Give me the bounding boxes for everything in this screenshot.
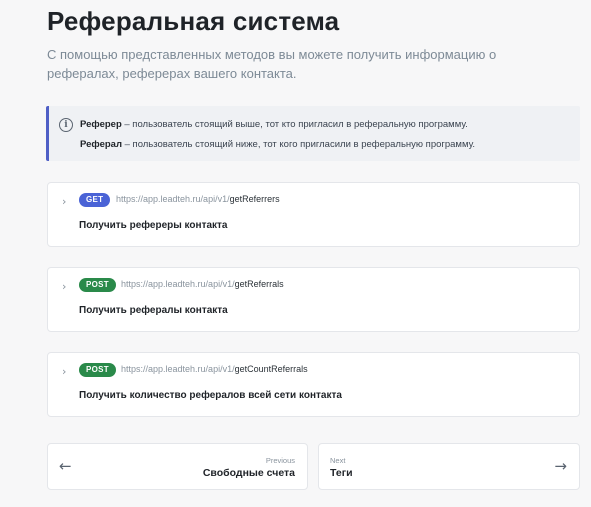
chevron-right-icon[interactable]: › [62, 280, 66, 293]
previous-caption: Previous [265, 456, 295, 465]
info-callout: i Реферер – пользователь стоящий выше, т… [46, 106, 580, 161]
method-badge: POST [79, 363, 116, 377]
endpoint-get-count-referrals[interactable]: › POST https://app.leadteh.ru/api/v1/get… [47, 352, 580, 417]
next-page-link[interactable]: Next Теги → [318, 443, 580, 490]
endpoint-description: Получить рефереры контакта [79, 220, 228, 231]
endpoint-path: getReferrals [234, 279, 284, 289]
previous-title: Свободные счета [202, 467, 295, 479]
endpoint-base-url: https://app.leadteh.ru/api/v1/ [116, 194, 230, 204]
endpoint-url: https://app.leadteh.ru/api/v1/getReferre… [116, 194, 280, 204]
endpoint-url: https://app.leadteh.ru/api/v1/getCountRe… [121, 364, 308, 374]
next-title: Теги [330, 467, 353, 479]
chevron-right-icon[interactable]: › [62, 195, 66, 208]
previous-page-link[interactable]: ← Previous Свободные счета [47, 443, 308, 490]
endpoint-path: getCountReferrals [234, 364, 308, 374]
method-badge: POST [79, 278, 116, 292]
endpoint-get-referrals[interactable]: › POST https://app.leadteh.ru/api/v1/get… [47, 267, 580, 332]
info-term-referral: Реферал [80, 139, 122, 150]
info-text-referrer: – пользователь стоящий выше, тот кто при… [121, 119, 468, 130]
arrow-right-icon: → [554, 457, 567, 475]
endpoint-url: https://app.leadteh.ru/api/v1/getReferra… [121, 279, 284, 289]
endpoint-path: getReferrers [229, 194, 280, 204]
chevron-right-icon[interactable]: › [62, 365, 66, 378]
endpoint-description: Получить рефералы контакта [79, 305, 228, 316]
info-text-referral: – пользователь стоящий ниже, тот кого пр… [121, 139, 476, 150]
docs-page: Реферальная система С помощью представле… [0, 0, 591, 507]
info-line-referral: Реферал – пользователь стоящий ниже, тот… [80, 139, 475, 150]
info-term-referrer: Реферер [80, 119, 122, 130]
endpoint-base-url: https://app.leadteh.ru/api/v1/ [121, 364, 235, 374]
arrow-left-icon: ← [59, 457, 72, 475]
page-subtitle: С помощью представленных методов вы може… [47, 47, 497, 81]
endpoint-get-referrers[interactable]: › GET https://app.leadteh.ru/api/v1/getR… [47, 182, 580, 247]
next-caption: Next [330, 456, 346, 465]
info-line-referrer: Реферер – пользователь стоящий выше, тот… [80, 119, 468, 130]
page-title: Реферальная система [47, 6, 340, 36]
endpoint-description: Получить количество рефералов всей сети … [79, 390, 342, 401]
endpoint-base-url: https://app.leadteh.ru/api/v1/ [121, 279, 235, 289]
info-circle-icon: i [59, 118, 73, 132]
method-badge: GET [79, 193, 111, 207]
